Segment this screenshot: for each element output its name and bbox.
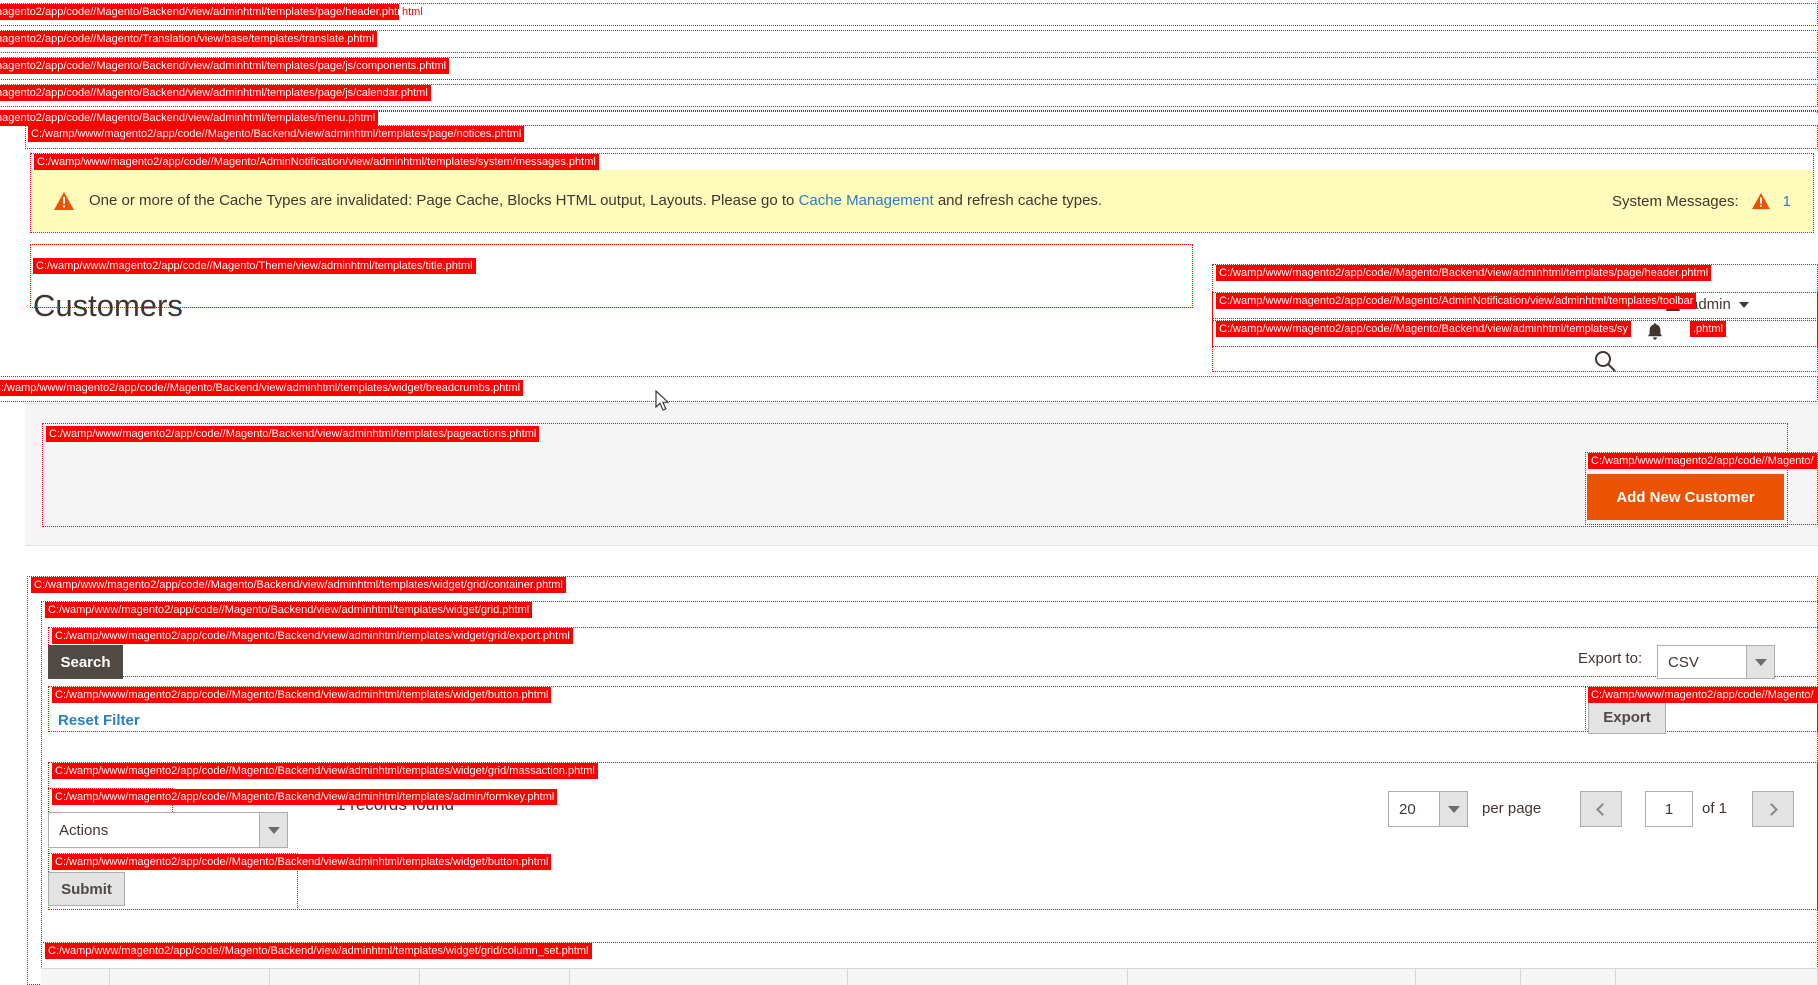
hint-box-massaction — [48, 762, 1818, 910]
page-number-input[interactable]: 1 — [1645, 791, 1693, 827]
hint-label-page-header: C:/wamp/www/magento2/app/code//Magento/B… — [1216, 265, 1712, 281]
notification-bell-icon[interactable] — [1646, 322, 1664, 346]
export-to-label: Export to: — [1578, 650, 1643, 667]
per-page-select[interactable]: 20 — [1388, 791, 1468, 827]
system-messages-warning-icon — [1751, 192, 1771, 210]
notice-text-before: One or more of the Cache Types are inval… — [89, 192, 799, 209]
hint-label-header: magento2/app/code//Magento/Backend/view/… — [0, 4, 412, 20]
next-page-button[interactable] — [1752, 791, 1794, 827]
hint-label-js-components: magento2/app/code//Magento/Backend/view/… — [0, 58, 450, 74]
grid-header-cell[interactable] — [848, 969, 1128, 985]
hint-label-grid-container: C:/wamp/www/magento2/app/code//Magento/B… — [31, 577, 566, 593]
notice-text: One or more of the Cache Types are inval… — [89, 191, 1102, 211]
grid-header-cell[interactable] — [420, 969, 570, 985]
cache-management-link[interactable]: Cache Management — [799, 192, 934, 209]
of-pages-label: of 1 — [1702, 800, 1728, 817]
hint-label-system-messages: C:/wamp/www/magento2/app/code//Magento/A… — [34, 154, 599, 170]
grid-header-cell[interactable] — [41, 969, 110, 985]
hint-label-header-suffix: html — [399, 4, 426, 20]
hint-label-system-partial-tail: .phtml — [1690, 321, 1726, 337]
per-page-value: 20 — [1389, 792, 1439, 826]
warning-triangle-icon — [53, 191, 75, 211]
grid-header-cell[interactable] — [1616, 969, 1818, 985]
page-title: Customers — [33, 288, 183, 323]
add-new-customer-button[interactable]: Add New Customer — [1587, 474, 1784, 520]
hint-box-title — [30, 244, 1193, 308]
hint-label-translate: magento2/app/code//Magento/Translation/v… — [0, 31, 378, 47]
grid-header-cell[interactable] — [1128, 969, 1416, 985]
hint-label-grid: C:/wamp/www/magento2/app/code//Magento/B… — [45, 602, 533, 618]
submit-button[interactable]: Submit — [48, 872, 125, 906]
chevron-down-icon — [1738, 301, 1749, 308]
chevron-right-icon — [1765, 802, 1778, 816]
hint-label-export-button: C:/wamp/www/magento2/app/code//Magento/ — [1588, 687, 1817, 703]
cache-invalidation-notice: One or more of the Cache Types are inval… — [31, 170, 1813, 232]
grid-header-cell[interactable] — [570, 969, 848, 985]
system-messages-count[interactable]: 1 — [1783, 193, 1791, 210]
grid-column-header-row — [41, 968, 1818, 985]
hint-label-pageactions: C:/wamp/www/magento2/app/code//Magento/B… — [46, 426, 540, 442]
hint-label-breadcrumbs: C:/wamp/www/magento2/app/code//Magento/B… — [0, 380, 524, 396]
search-button[interactable]: Search — [48, 645, 123, 679]
export-format-select[interactable]: CSV — [1657, 645, 1775, 679]
reset-filter-button[interactable]: Reset Filter — [52, 705, 162, 735]
prev-page-button[interactable] — [1580, 791, 1622, 827]
magento-admin-page: magento2/app/code//Magento/Backend/view/… — [0, 0, 1818, 985]
actions-select-value: Actions — [49, 813, 259, 847]
grid-header-cell[interactable] — [1521, 969, 1616, 985]
hint-label-formkey: C:/wamp/www/magento2/app/code//Magento/B… — [52, 789, 558, 805]
chevron-left-icon — [1596, 802, 1609, 816]
hint-label-toolbar: C:/wamp/www/magento2/app/code//Magento/A… — [1216, 293, 1697, 309]
hint-label-system-partial: C:/wamp/www/magento2/app/code//Magento/B… — [1216, 321, 1632, 337]
chevron-down-icon — [1439, 792, 1467, 826]
hint-label-button-reset: C:/wamp/www/magento2/app/code//Magento/B… — [52, 687, 552, 703]
chevron-down-icon — [259, 813, 287, 847]
hint-label-massaction: C:/wamp/www/magento2/app/code//Magento/B… — [52, 763, 598, 779]
mouse-cursor — [655, 389, 671, 417]
hint-label-title: C:/wamp/www/magento2/app/code//Magento/T… — [33, 258, 476, 274]
per-page-label: per page — [1482, 800, 1542, 817]
hint-label-notices: C:/wamp/www/magento2/app/code//Magento/B… — [28, 126, 525, 142]
grid-header-cell[interactable] — [110, 969, 270, 985]
hint-label-menu: magento2/app/code//Magento/Backend/view/… — [0, 110, 379, 126]
export-format-value: CSV — [1658, 646, 1746, 678]
system-messages-area: System Messages: 1 — [1612, 192, 1791, 210]
grid-header-cell[interactable] — [1416, 969, 1521, 985]
system-messages-label: System Messages: — [1611, 192, 1739, 210]
actions-select[interactable]: Actions — [48, 812, 288, 848]
hint-label-js-calendar: magento2/app/code//Magento/Backend/view/… — [0, 85, 431, 101]
export-button[interactable]: Export — [1588, 700, 1666, 734]
hint-label-addnew-button: C:/wamp/www/magento2/app/code//Magento/ — [1588, 453, 1817, 469]
hint-label-column-set: C:/wamp/www/magento2/app/code//Magento/B… — [45, 943, 592, 959]
notice-text-after: and refresh cache types. — [933, 192, 1103, 209]
chevron-down-icon — [1746, 646, 1774, 678]
grid-header-cell[interactable] — [270, 969, 420, 985]
hint-label-button-submit: C:/wamp/www/magento2/app/code//Magento/B… — [52, 854, 552, 870]
search-icon[interactable] — [1593, 349, 1617, 379]
hint-label-grid-export: C:/wamp/www/magento2/app/code//Magento/B… — [52, 628, 573, 644]
